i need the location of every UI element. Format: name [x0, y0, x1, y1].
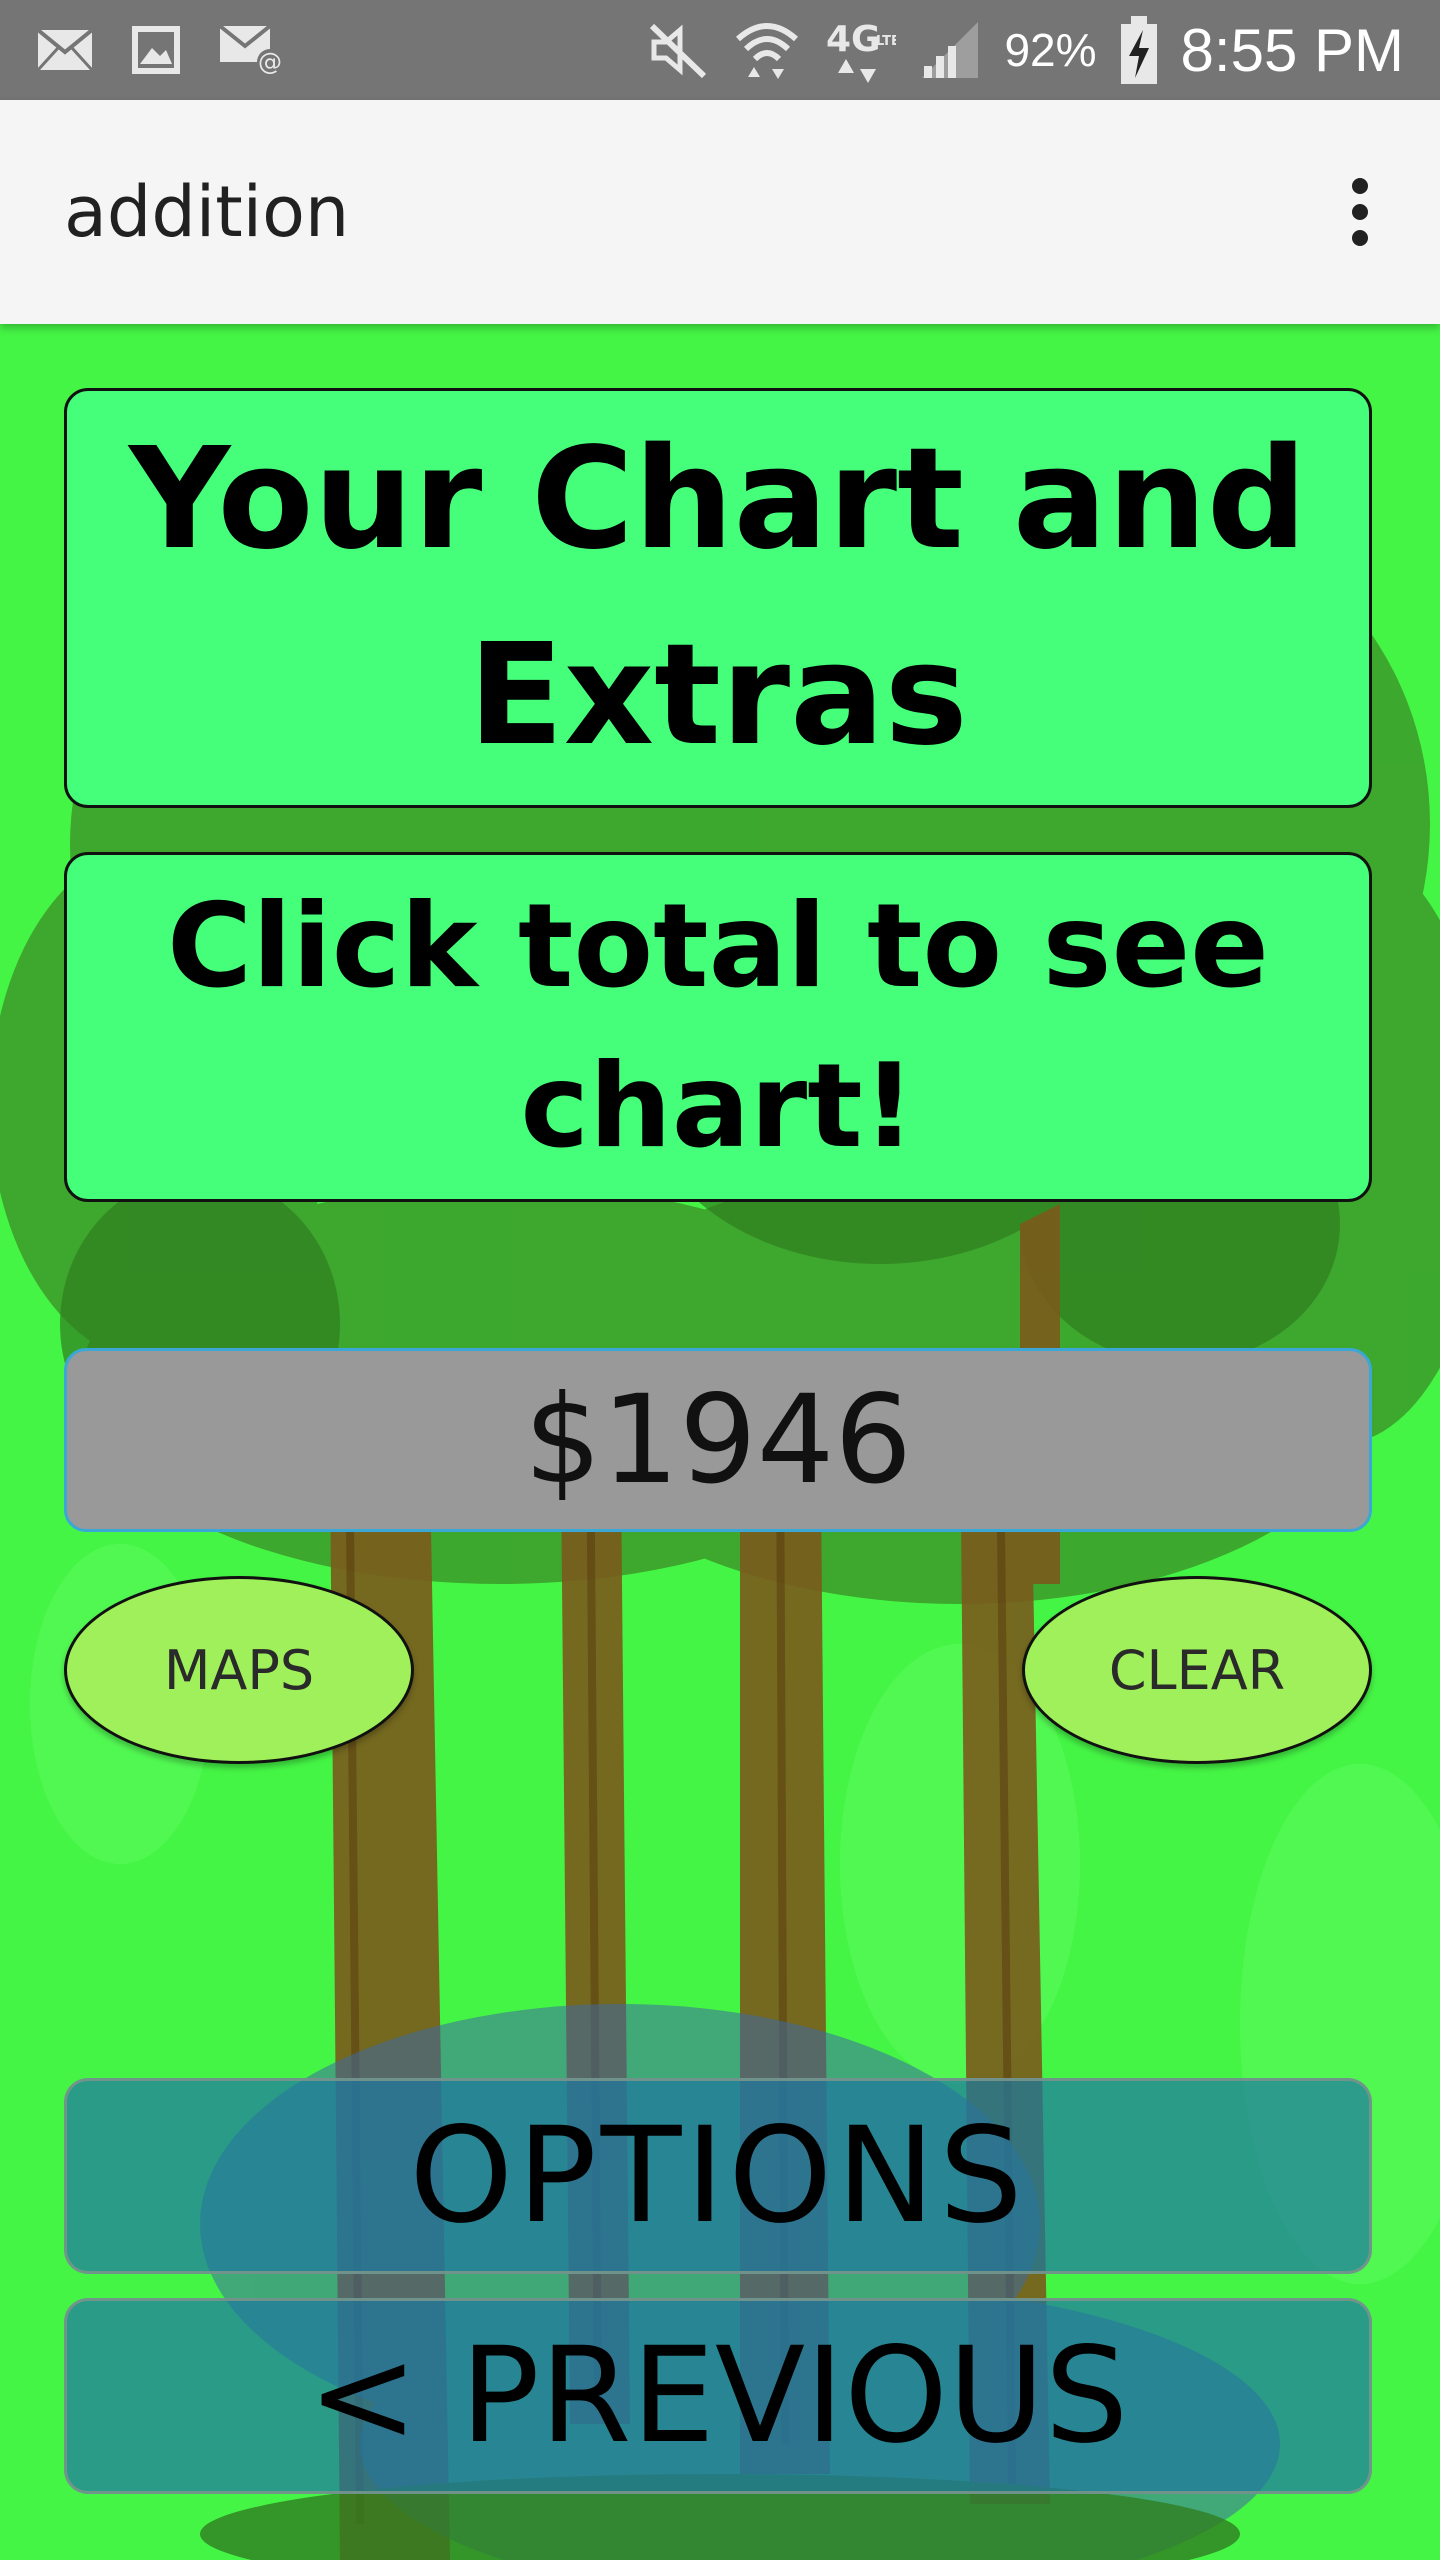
- mail-icon: [36, 28, 94, 72]
- image-icon: [132, 26, 180, 74]
- chart-hint: Click total to see chart!: [64, 852, 1372, 1202]
- maps-button[interactable]: MAPS: [64, 1576, 414, 1764]
- page-heading: Your Chart and Extras: [64, 388, 1372, 808]
- clear-button[interactable]: CLEAR: [1022, 1576, 1372, 1764]
- app-bar: addition: [0, 100, 1440, 324]
- mute-icon: [650, 23, 707, 79]
- wifi-icon: [736, 23, 799, 79]
- email-notification-icon: @: [218, 24, 283, 76]
- 4g-lte-icon: 4G LTE: [826, 19, 896, 83]
- status-bar: @ 4G LTE 92% 8:55 PM: [0, 0, 1440, 100]
- signal-icon: [922, 22, 979, 78]
- total-button[interactable]: $1946: [64, 1348, 1372, 1532]
- previous-button[interactable]: < PREVIOUS: [64, 2298, 1372, 2494]
- app-title: addition: [64, 171, 350, 253]
- system-icons: 4G LTE 92% 8:55 PM: [646, 0, 1404, 100]
- app-screen: @ 4G LTE 92% 8:55 PM addition Your Chart…: [0, 0, 1440, 2560]
- overflow-menu-icon[interactable]: [1320, 172, 1400, 252]
- svg-text:4G: 4G: [826, 19, 881, 60]
- battery-percent: 92%: [1004, 24, 1097, 76]
- notification-icons: @: [36, 0, 286, 100]
- battery-charging-icon: [1120, 16, 1157, 84]
- clock: 8:55 PM: [1180, 16, 1404, 84]
- svg-text:@: @: [258, 48, 282, 76]
- content-area: Your Chart and Extras Click total to see…: [0, 324, 1440, 2560]
- options-button[interactable]: OPTIONS: [64, 2078, 1372, 2274]
- svg-text:LTE: LTE: [876, 34, 896, 49]
